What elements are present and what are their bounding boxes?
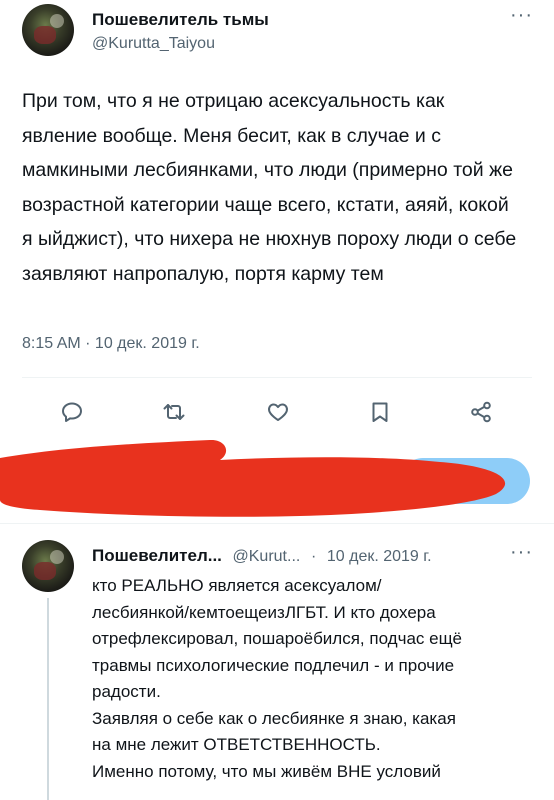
share-button[interactable]	[469, 400, 493, 429]
reply-line: Именно потому, что мы живём ВНЕ условий	[92, 761, 441, 781]
reply-line: кто РЕАЛЬНО является асексуалом/	[92, 576, 382, 595]
reply-line: Заявляя о себе как о лесбиянке я знаю, к…	[92, 708, 456, 728]
like-button[interactable]	[266, 400, 290, 429]
reply-separator: ·	[310, 548, 317, 565]
redaction-mark	[0, 439, 506, 517]
author-name[interactable]: Пошевелитель тьмы	[92, 10, 269, 30]
thread-line	[47, 598, 49, 800]
bookmark-icon	[372, 402, 388, 422]
avatar-detail	[34, 26, 56, 44]
reply-button[interactable]	[60, 400, 84, 429]
avatar-detail	[50, 550, 64, 564]
divider	[22, 377, 532, 378]
avatar-detail	[50, 14, 64, 28]
avatar-detail	[34, 562, 56, 580]
reply-author-avatar[interactable]	[22, 540, 74, 592]
bookmark-button[interactable]	[368, 400, 392, 429]
like-icon	[268, 403, 288, 421]
reply-line: на мне лежит ОТВЕТСТВЕННОСТЬ.	[92, 735, 381, 754]
share-icon	[471, 401, 491, 423]
redaction-scribble	[0, 439, 530, 517]
reply-line: радости.	[92, 682, 161, 701]
reply-author-handle[interactable]: @Kurut...	[233, 548, 301, 565]
reply-date[interactable]: 10 дек. 2019 г.	[327, 548, 432, 565]
reply-icon	[62, 402, 82, 422]
tweet-timestamp[interactable]: 8:15 AM · 10 дек. 2019 г.	[22, 335, 200, 353]
tweet-text: При том, что я не отрицаю асексуальность…	[22, 90, 517, 285]
reply-header: Пошевелител... @Kurut... · 10 дек. 2019 …	[92, 546, 432, 566]
retweet-icon	[163, 404, 185, 420]
author-avatar[interactable]	[22, 4, 74, 56]
more-options-icon[interactable]: ···	[510, 4, 533, 27]
reply-more-options-icon[interactable]: ···	[510, 541, 533, 564]
reply-author-name[interactable]: Пошевелител...	[92, 546, 222, 565]
reply-line: травмы психологические подлечил - и проч…	[92, 655, 455, 675]
retweet-button[interactable]	[162, 400, 186, 429]
reply-text: кто РЕАЛЬНО является асексуалом/ лесбиян…	[92, 573, 542, 785]
reply-line: лесбиянкой/кемтоещеизЛГБТ. И кто дохера	[92, 602, 436, 622]
divider	[0, 523, 554, 524]
author-handle[interactable]: @Kurutta_Taiyou	[92, 35, 215, 53]
reply-line: отрефлексировал, пошароёбился, подчас ещ…	[92, 629, 463, 648]
